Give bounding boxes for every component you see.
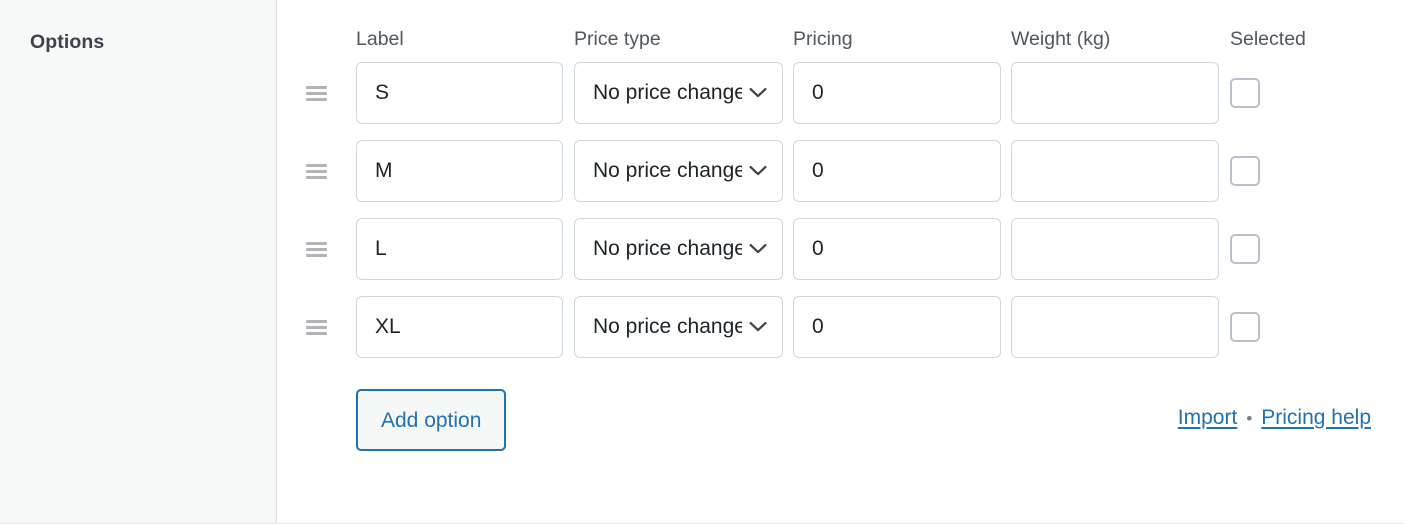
options-main: Label Price type Pricing Weight (kg) Sel…: [277, 0, 1404, 523]
price-type-select[interactable]: No price change: [574, 296, 783, 358]
selected-checkbox[interactable]: [1230, 234, 1260, 264]
price-type-select[interactable]: No price change: [574, 62, 783, 124]
price-type-value: No price change: [593, 81, 742, 104]
options-sidebar: Options: [0, 0, 277, 523]
options-panel: Options Label Price type Pricing Weight …: [0, 0, 1404, 524]
column-header-weight: Weight (kg): [1011, 28, 1111, 50]
pricing-input[interactable]: 0: [793, 218, 1001, 280]
table-row: S No price change 0: [277, 62, 1404, 124]
selected-checkbox[interactable]: [1230, 156, 1260, 186]
options-footer: Add option Import • Pricing help: [277, 374, 1404, 451]
footer-links: Import • Pricing help: [1178, 406, 1371, 434]
pricing-input[interactable]: 0: [793, 62, 1001, 124]
page-title: Options: [30, 31, 105, 53]
table-row: M No price change 0: [277, 140, 1404, 202]
drag-handle-icon[interactable]: [306, 163, 327, 179]
pricing-input[interactable]: 0: [793, 140, 1001, 202]
drag-handle-icon[interactable]: [306, 241, 327, 257]
label-input[interactable]: M: [356, 140, 563, 202]
price-type-value: No price change: [593, 315, 742, 338]
pricing-input[interactable]: 0: [793, 296, 1001, 358]
column-header-label: Label: [356, 28, 404, 50]
pricing-help-link[interactable]: Pricing help: [1261, 406, 1371, 430]
weight-input[interactable]: [1011, 218, 1219, 280]
column-header-price-type: Price type: [574, 28, 661, 50]
table-row: XL No price change 0: [277, 296, 1404, 358]
price-type-value: No price change: [593, 237, 742, 260]
label-input[interactable]: XL: [356, 296, 563, 358]
table-row: L No price change 0: [277, 218, 1404, 280]
weight-input[interactable]: [1011, 296, 1219, 358]
label-input[interactable]: L: [356, 218, 563, 280]
price-type-select[interactable]: No price change: [574, 218, 783, 280]
options-table: Label Price type Pricing Weight (kg) Sel…: [277, 0, 1404, 358]
table-header-row: Label Price type Pricing Weight (kg) Sel…: [277, 28, 1404, 58]
label-input[interactable]: S: [356, 62, 563, 124]
column-header-selected: Selected: [1230, 28, 1306, 50]
link-separator: •: [1246, 408, 1253, 428]
column-header-pricing: Pricing: [793, 28, 853, 50]
weight-input[interactable]: [1011, 62, 1219, 124]
price-type-select[interactable]: No price change: [574, 140, 783, 202]
price-type-value: No price change: [593, 159, 742, 182]
selected-checkbox[interactable]: [1230, 78, 1260, 108]
selected-checkbox[interactable]: [1230, 312, 1260, 342]
add-option-button[interactable]: Add option: [356, 389, 507, 451]
drag-handle-icon[interactable]: [306, 319, 327, 335]
import-link[interactable]: Import: [1178, 406, 1238, 430]
weight-input[interactable]: [1011, 140, 1219, 202]
drag-handle-icon[interactable]: [306, 85, 327, 101]
